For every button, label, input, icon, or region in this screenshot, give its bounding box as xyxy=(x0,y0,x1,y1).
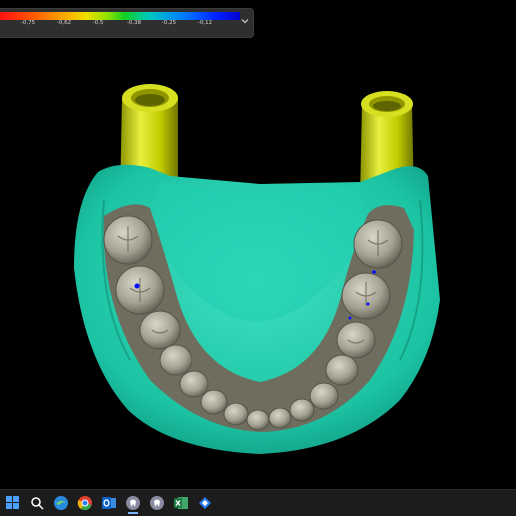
scale-tick-label: -0,38 xyxy=(126,20,142,26)
dental-cad-2-button[interactable] xyxy=(146,492,168,514)
start-button[interactable] xyxy=(2,492,24,514)
scale-tick-label: -0,12 xyxy=(197,20,213,26)
scale-tick-label: -0,25 xyxy=(161,20,177,26)
search-button[interactable] xyxy=(26,492,48,514)
excel-icon xyxy=(174,497,188,509)
outlook-icon xyxy=(102,497,116,509)
deviation-color-scale: -0,75 -0,62 -0,5 -0,38 -0,25 -0,12 xyxy=(0,8,254,38)
edge-browser-icon xyxy=(54,496,68,510)
scale-tick-label: -0,62 xyxy=(56,20,72,26)
search-icon xyxy=(31,497,44,510)
3d-viewport[interactable] xyxy=(0,40,516,488)
chrome-browser-icon xyxy=(77,496,92,511)
dental-cad-app-2-icon xyxy=(150,496,164,510)
scale-tick-label: -0,75 xyxy=(20,20,36,26)
dental-cad-button[interactable] xyxy=(122,492,144,514)
color-scale-ticks: -0,75 -0,62 -0,5 -0,38 -0,25 -0,12 xyxy=(0,20,240,32)
color-scale-gradient-bar xyxy=(0,12,240,20)
excel-button[interactable] xyxy=(170,492,192,514)
scale-tick-label: -0,5 xyxy=(92,20,104,26)
taskbar xyxy=(0,489,516,516)
edge-button[interactable] xyxy=(50,492,72,514)
chrome-button[interactable] xyxy=(74,492,96,514)
start-menu-icon xyxy=(6,496,19,509)
dental-cad-app-icon xyxy=(126,496,140,510)
dropbox-button[interactable] xyxy=(194,492,216,514)
dropbox-icon xyxy=(199,497,211,509)
chevron-down-icon[interactable] xyxy=(241,17,249,25)
outlook-button[interactable] xyxy=(98,492,120,514)
dental-model-render[interactable] xyxy=(0,40,516,488)
